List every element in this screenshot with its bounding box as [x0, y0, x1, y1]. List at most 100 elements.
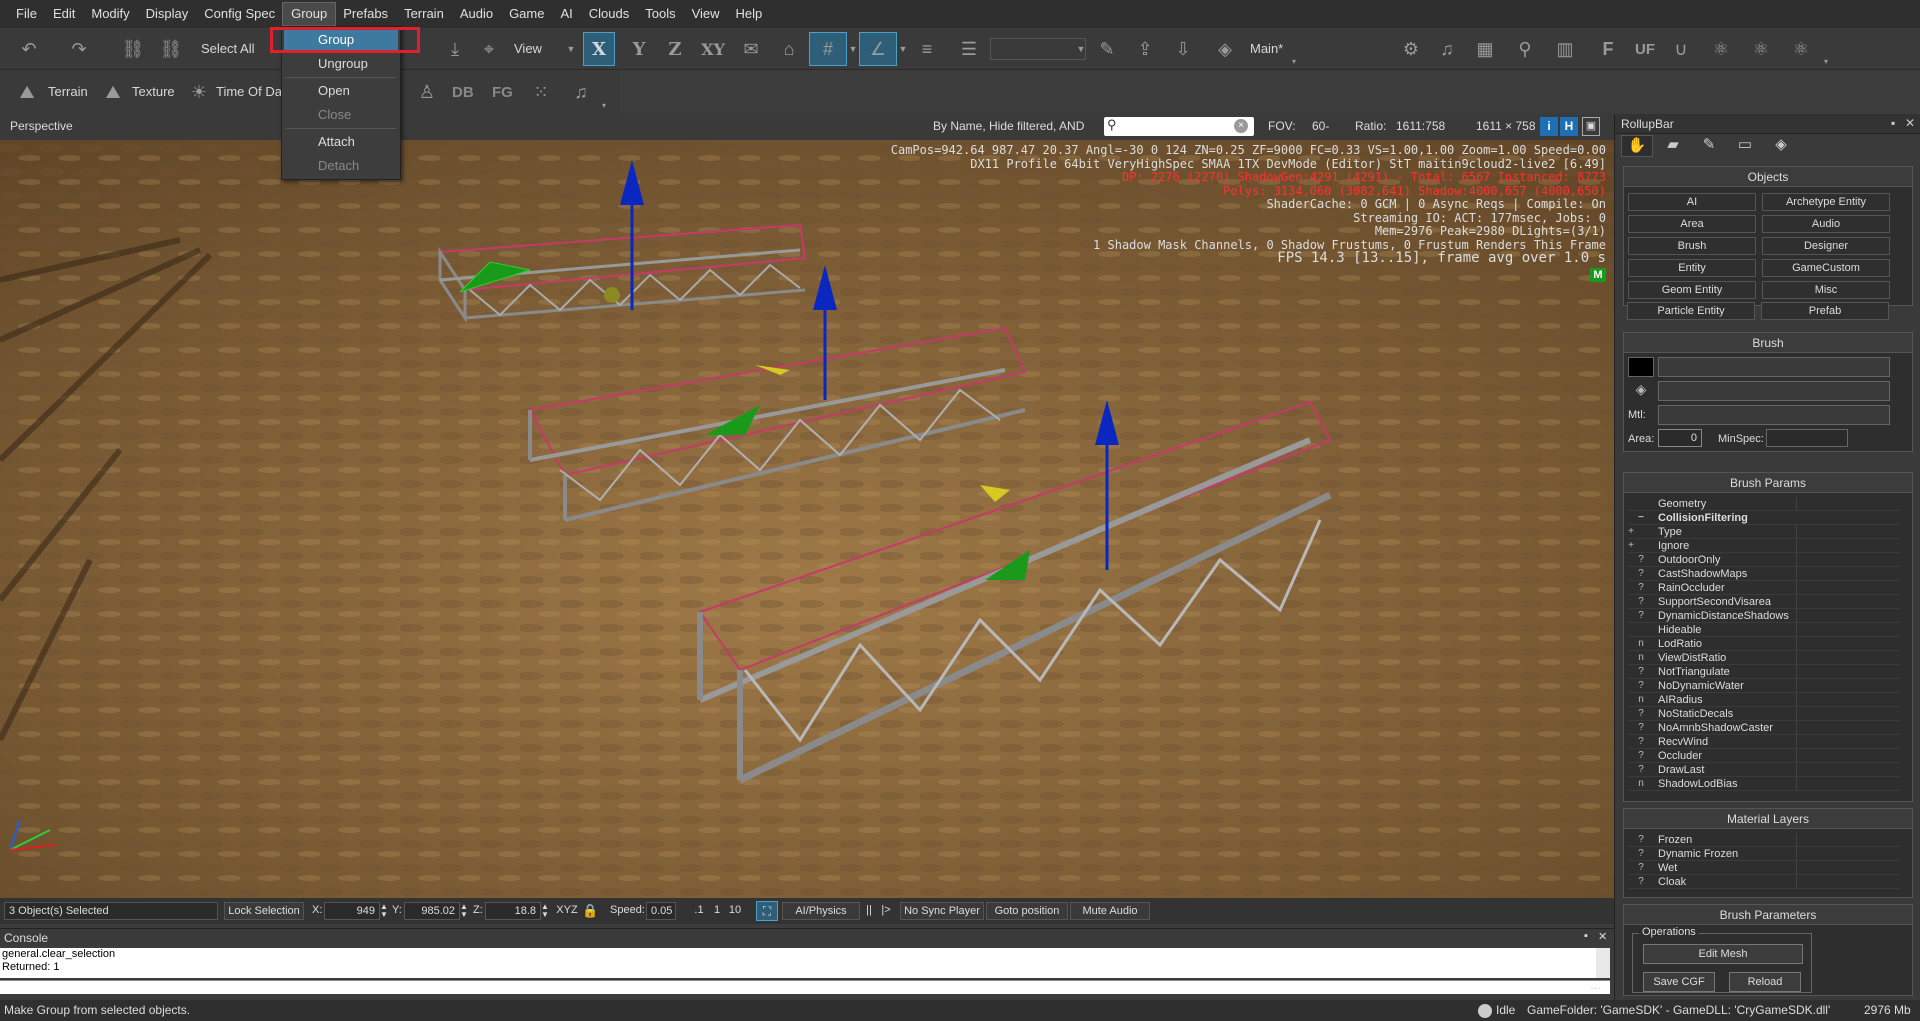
property-value[interactable] — [1796, 567, 1900, 580]
axis-x-button[interactable]: X — [583, 32, 615, 66]
property-row[interactable]: + Ignore — [1628, 539, 1900, 553]
character-icon[interactable]: ♙ — [412, 78, 442, 106]
property-value[interactable] — [1796, 735, 1900, 748]
brush-params-title[interactable]: Brush Params — [1624, 473, 1912, 493]
property-row[interactable]: ? RecvWind — [1628, 735, 1900, 749]
selection-list-icon[interactable]: ☰ — [954, 34, 984, 64]
property-row[interactable]: ? OutdoorOnly — [1628, 553, 1900, 567]
material-layers-title[interactable]: Material Layers — [1624, 809, 1912, 829]
atom-icon[interactable]: ⚛ — [1786, 34, 1816, 64]
property-row[interactable]: ? NoAmnbShadowCaster — [1628, 721, 1900, 735]
flowgraph-icon[interactable]: ⚲ — [1510, 34, 1540, 64]
no-sync-player-button[interactable]: No Sync Player — [900, 902, 984, 920]
area-input[interactable]: 0 — [1658, 429, 1702, 447]
property-value[interactable] — [1796, 847, 1900, 860]
axis-z-button[interactable]: Z — [660, 33, 690, 65]
lock-selection-button[interactable]: Lock Selection — [224, 902, 304, 920]
redo-icon[interactable]: ↷ — [64, 34, 94, 64]
property-value[interactable] — [1796, 651, 1900, 664]
clear-search-icon[interactable]: × — [1234, 119, 1248, 133]
fov-value[interactable]: 60- — [1312, 119, 1329, 133]
object-type-button[interactable]: Particle Entity — [1627, 302, 1755, 320]
chevron-down-icon[interactable]: ▼ — [1076, 44, 1086, 54]
object-type-button[interactable]: Entity — [1628, 259, 1756, 277]
menu-terrain[interactable]: Terrain — [396, 3, 452, 25]
object-type-button[interactable]: Prefab — [1761, 302, 1889, 320]
save-cgf-button[interactable]: Save CGF — [1643, 972, 1715, 992]
menu-item-ungroup[interactable]: Ungroup — [318, 56, 368, 71]
menu-item-close[interactable]: Close — [318, 107, 351, 122]
expand-icon[interactable]: + — [1626, 525, 1636, 539]
tab-objects-icon[interactable]: ✋ — [1621, 135, 1653, 157]
mute-audio-button[interactable]: Mute Audio — [1070, 902, 1150, 920]
property-row[interactable]: n ShadowLodBias — [1628, 777, 1900, 791]
brush-layer-input[interactable] — [1658, 381, 1890, 401]
property-value[interactable] — [1796, 875, 1900, 888]
uf-icon[interactable]: UF — [1630, 34, 1660, 64]
menu-item-attach[interactable]: Attach — [318, 134, 355, 149]
property-row[interactable]: Hideable — [1628, 623, 1900, 637]
viewport-search-input[interactable]: ⚲ × — [1104, 117, 1254, 136]
menu-config-spec[interactable]: Config Spec — [196, 3, 283, 25]
property-row[interactable]: ? SupportSecondVisarea — [1628, 595, 1900, 609]
axis-y-button[interactable]: Y — [624, 33, 654, 65]
z-spinner-icon[interactable]: ▲ ▼ — [541, 903, 549, 919]
music-icon[interactable]: ♫ — [1432, 34, 1462, 64]
db-button[interactable]: DB — [452, 84, 474, 101]
object-snap-icon[interactable]: ⌂ — [774, 34, 804, 64]
brush-name-input[interactable] — [1658, 357, 1890, 377]
property-row[interactable]: ? CastShadowMaps — [1628, 567, 1900, 581]
menu-help[interactable]: Help — [728, 3, 771, 25]
grid-snap-icon[interactable]: # — [809, 32, 847, 66]
property-row[interactable]: ? NoDynamicWater — [1628, 679, 1900, 693]
object-type-button[interactable]: Geom Entity — [1628, 281, 1756, 299]
object-type-button[interactable]: Designer — [1762, 237, 1890, 255]
grid-icon[interactable]: ⁙ — [526, 78, 556, 106]
align-icon[interactable]: ⤓ — [440, 34, 470, 64]
layers-icon[interactable]: ◈ — [1210, 34, 1240, 64]
object-type-button[interactable]: Archetype Entity — [1762, 193, 1890, 211]
xyz-toggle[interactable]: XYZ — [554, 902, 580, 920]
z-input[interactable]: 18.8 — [485, 902, 541, 920]
console-float-icon[interactable]: ▪ — [1584, 930, 1588, 942]
magnet-icon[interactable]: ∪ — [1666, 34, 1696, 64]
console-output[interactable]: general.clear_selection Returned: 1 — [0, 948, 1610, 978]
time-of-day-button[interactable]: Time Of Da — [216, 84, 282, 99]
tab-modeling-icon[interactable]: ✎ — [1693, 135, 1725, 157]
property-value[interactable] — [1796, 763, 1900, 776]
property-row[interactable]: ? Dynamic Frozen — [1628, 847, 1900, 861]
property-row[interactable]: ? DynamicDistanceShadows — [1628, 609, 1900, 623]
property-row[interactable]: ? NotTriangulate — [1628, 665, 1900, 679]
fg-button[interactable]: FG — [492, 84, 513, 101]
ellipsis-icon[interactable]: … — [1590, 980, 1601, 992]
link-icon[interactable]: ⛓ — [118, 34, 148, 64]
toolbar-expand-icon[interactable]: ▾ — [600, 100, 608, 110]
close-icon[interactable]: ✕ — [1598, 930, 1607, 943]
reload-button[interactable]: Reload — [1729, 972, 1801, 992]
collapse-icon[interactable]: − — [1636, 511, 1646, 525]
chart-icon[interactable]: ▥ — [1550, 34, 1580, 64]
goto-position-button[interactable]: Goto position — [986, 902, 1068, 920]
property-row[interactable]: ? Occluder — [1628, 749, 1900, 763]
property-value[interactable] — [1796, 861, 1900, 874]
x-input[interactable]: 949 — [324, 902, 380, 920]
atom-icon[interactable]: ⚛ — [1706, 34, 1736, 64]
select-all-button[interactable]: Select All — [201, 41, 254, 56]
console-scrollbar[interactable] — [1596, 948, 1610, 978]
snap-icon[interactable]: ⌖ — [474, 34, 504, 64]
terrain-collision-icon[interactable]: ⛶ — [756, 901, 778, 921]
menu-item-detach[interactable]: Detach — [318, 158, 359, 173]
expand-icon[interactable]: + — [1626, 539, 1636, 553]
property-value[interactable] — [1796, 539, 1900, 552]
property-row[interactable]: Geometry — [1628, 497, 1900, 511]
object-type-button[interactable]: GameCustom — [1762, 259, 1890, 277]
chevron-down-icon[interactable]: ▼ — [566, 44, 576, 54]
tab-display-icon[interactable]: ▭ — [1729, 135, 1761, 157]
property-value[interactable] — [1796, 553, 1900, 566]
pause-icon[interactable]: || — [862, 902, 876, 920]
property-value[interactable] — [1796, 595, 1900, 608]
property-group[interactable]: − CollisionFiltering — [1628, 511, 1900, 525]
property-row[interactable]: n AIRadius — [1628, 693, 1900, 707]
toolbar-expand-icon[interactable]: ▾ — [1822, 56, 1830, 66]
property-row[interactable]: n LodRatio — [1628, 637, 1900, 651]
